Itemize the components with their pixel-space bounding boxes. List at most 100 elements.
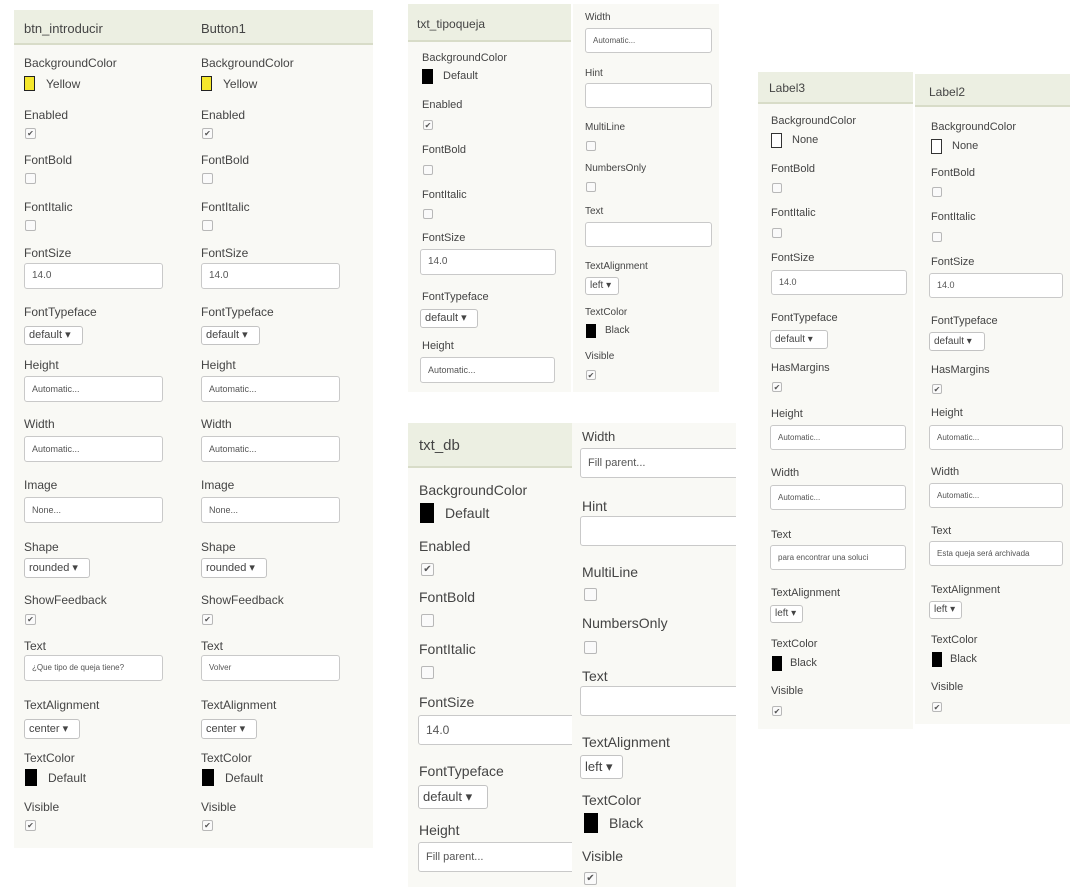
enabled-checkbox[interactable]: ✔ [421, 563, 434, 576]
show-feedback-checkbox[interactable]: ✔ [25, 614, 36, 625]
height-input[interactable]: Automatic... [770, 425, 906, 450]
font-bold-checkbox[interactable] [932, 187, 942, 197]
text-color-value[interactable]: Black [950, 653, 977, 665]
font-italic-checkbox[interactable] [25, 220, 36, 231]
font-typeface-dropdown[interactable]: default ▾ [770, 330, 828, 349]
text-alignment-dropdown[interactable]: center ▾ [201, 719, 257, 739]
text-color-swatch[interactable] [586, 324, 596, 338]
font-size-input[interactable]: 14.0 [420, 249, 556, 275]
text-input[interactable] [585, 222, 712, 247]
numbers-only-checkbox[interactable] [586, 182, 596, 192]
has-margins-checkbox[interactable]: ✔ [932, 384, 942, 394]
shape-dropdown[interactable]: rounded ▾ [24, 558, 90, 578]
font-bold-checkbox[interactable] [772, 183, 782, 193]
hint-input[interactable] [580, 516, 736, 546]
font-italic-checkbox[interactable] [423, 209, 433, 219]
shape-dropdown[interactable]: rounded ▾ [201, 558, 267, 578]
text-color-swatch[interactable] [932, 652, 942, 667]
font-italic-checkbox[interactable] [932, 232, 942, 242]
font-bold-checkbox[interactable] [423, 165, 433, 175]
font-italic-checkbox[interactable] [772, 228, 782, 238]
text-color-value[interactable]: Black [609, 815, 643, 831]
visible-checkbox[interactable]: ✔ [932, 702, 942, 712]
width-input[interactable]: Automatic... [201, 436, 340, 462]
height-input[interactable]: Automatic... [24, 376, 163, 402]
font-size-input[interactable]: 14.0 [24, 263, 163, 289]
background-color-label: BackgroundColor [201, 56, 294, 70]
background-color-value[interactable]: None [792, 134, 818, 146]
visible-checkbox[interactable]: ✔ [584, 872, 597, 885]
background-color-swatch[interactable] [24, 76, 35, 91]
text-color-swatch[interactable] [25, 769, 37, 786]
height-label: Height [201, 358, 236, 372]
font-bold-checkbox[interactable] [421, 614, 434, 627]
height-input[interactable]: Automatic... [929, 425, 1063, 450]
image-input[interactable]: None... [24, 497, 163, 523]
text-color-swatch[interactable] [772, 656, 782, 671]
hint-input[interactable] [585, 83, 712, 108]
text-alignment-dropdown[interactable]: left ▾ [770, 605, 803, 623]
width-input[interactable]: Automatic... [24, 436, 163, 462]
text-color-value[interactable]: Default [48, 771, 86, 785]
text-color-value[interactable]: Black [790, 657, 817, 669]
text-input[interactable]: Volver [201, 655, 340, 681]
enabled-checkbox[interactable]: ✔ [25, 128, 36, 139]
font-typeface-dropdown[interactable]: default ▾ [201, 326, 260, 345]
visible-checkbox[interactable]: ✔ [202, 820, 213, 831]
font-italic-checkbox[interactable] [421, 666, 434, 679]
has-margins-checkbox[interactable]: ✔ [772, 382, 782, 392]
visible-checkbox[interactable]: ✔ [772, 706, 782, 716]
font-italic-checkbox[interactable] [202, 220, 213, 231]
text-input[interactable] [580, 686, 736, 716]
background-color-value[interactable]: Yellow [223, 77, 257, 91]
visible-checkbox[interactable]: ✔ [586, 370, 596, 380]
font-typeface-dropdown[interactable]: default ▾ [420, 309, 478, 328]
text-input[interactable]: Esta queja será archivada [929, 541, 1063, 566]
show-feedback-checkbox[interactable]: ✔ [202, 614, 213, 625]
font-size-input[interactable]: 14.0 [201, 263, 340, 289]
font-size-input[interactable]: 14.0 [929, 273, 1063, 298]
text-alignment-dropdown[interactable]: left ▾ [585, 277, 619, 295]
width-input[interactable]: Fill parent... [580, 448, 736, 478]
numbers-only-checkbox[interactable] [584, 641, 597, 654]
text-alignment-dropdown[interactable]: left ▾ [929, 601, 962, 619]
background-color-swatch[interactable] [201, 76, 212, 91]
font-bold-checkbox[interactable] [25, 173, 36, 184]
font-typeface-dropdown[interactable]: default ▾ [929, 332, 985, 351]
text-input[interactable]: para encontrar una soluci [770, 545, 906, 570]
enabled-checkbox[interactable]: ✔ [202, 128, 213, 139]
image-input[interactable]: None... [201, 497, 340, 523]
background-color-value[interactable]: Yellow [46, 77, 80, 91]
text-color-swatch[interactable] [584, 813, 598, 833]
text-alignment-dropdown[interactable]: left ▾ [580, 755, 623, 779]
text-label: Text [24, 639, 47, 653]
width-input[interactable]: Automatic... [585, 28, 712, 53]
font-size-input[interactable]: 14.0 [418, 715, 572, 745]
visible-checkbox[interactable]: ✔ [25, 820, 36, 831]
text-color-swatch[interactable] [202, 769, 214, 786]
height-input[interactable]: Automatic... [420, 357, 555, 383]
text-color-value[interactable]: Black [605, 325, 629, 336]
background-color-swatch[interactable] [771, 133, 782, 148]
height-input[interactable]: Fill parent... [418, 842, 572, 872]
text-alignment-dropdown[interactable]: center ▾ [24, 719, 80, 739]
background-color-value[interactable]: Default [445, 505, 489, 521]
width-input[interactable]: Automatic... [929, 483, 1063, 508]
background-color-value[interactable]: Default [443, 70, 478, 82]
width-input[interactable]: Automatic... [770, 485, 906, 510]
background-color-value[interactable]: None [952, 140, 978, 152]
multiline-checkbox[interactable] [586, 141, 596, 151]
text-input[interactable]: ¿Que tipo de queja tiene? [24, 655, 163, 681]
font-typeface-dropdown[interactable]: default ▾ [24, 326, 83, 345]
background-color-swatch[interactable] [422, 69, 433, 84]
text-color-value[interactable]: Default [225, 771, 263, 785]
font-bold-checkbox[interactable] [202, 173, 213, 184]
enabled-checkbox[interactable]: ✔ [423, 120, 433, 130]
height-input[interactable]: Automatic... [201, 376, 340, 402]
background-color-swatch[interactable] [931, 139, 942, 154]
font-size-input[interactable]: 14.0 [771, 270, 907, 295]
font-typeface-dropdown[interactable]: default ▾ [418, 785, 488, 809]
text-label: Text [771, 529, 792, 541]
multiline-checkbox[interactable] [584, 588, 597, 601]
background-color-swatch[interactable] [420, 503, 434, 523]
